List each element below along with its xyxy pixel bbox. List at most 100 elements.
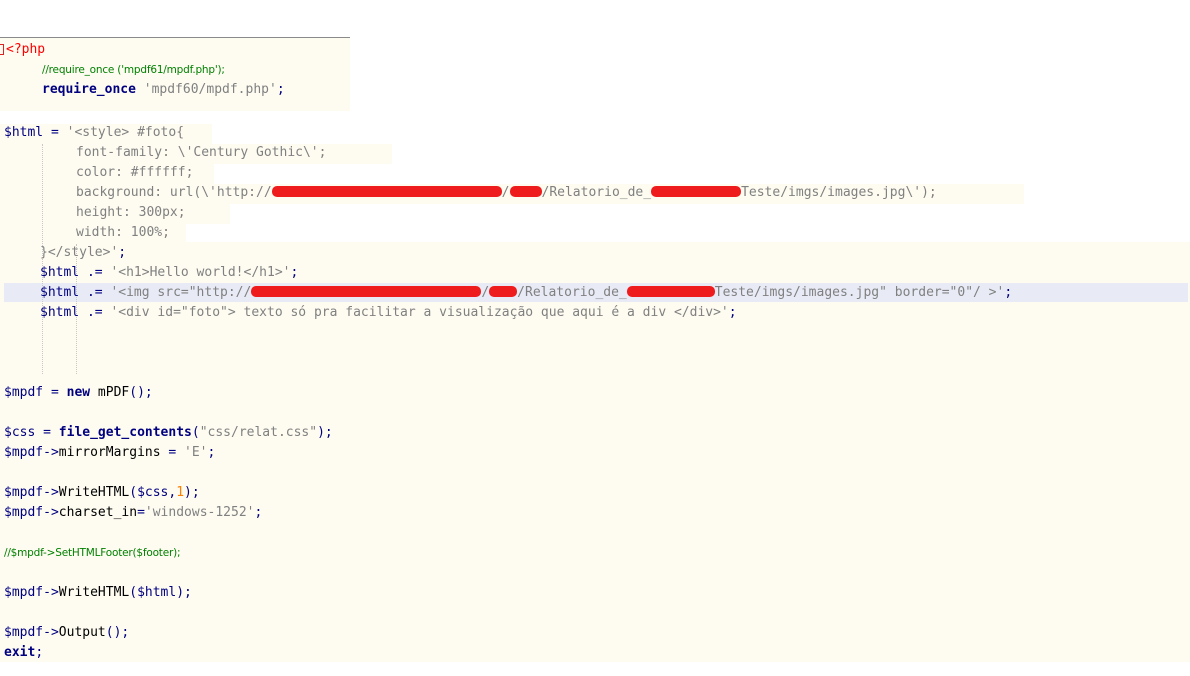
code-token: -> (43, 505, 59, 520)
code-token: ( (191, 425, 200, 440)
code-line-5[interactable]: $html = '<style> #foto{ (4, 123, 184, 143)
code-token: height: 300px; (76, 205, 186, 220)
code-line-24[interactable]: $mpdf->charset_in='windows-1252'; (4, 503, 262, 523)
code-line-28[interactable]: $mpdf->WriteHTML($html); (4, 583, 192, 603)
code-token: '<div id="foto"> texto só pra facilitar … (110, 305, 729, 320)
code-token: ; (118, 245, 127, 260)
code-token: = (43, 125, 67, 140)
code-line-10[interactable]: width: 100%; (76, 223, 170, 243)
code-token: / (481, 285, 490, 300)
code-token: $html (137, 585, 177, 600)
code-token: }</style>' (40, 245, 119, 260)
code-token: /Relatorio_de_ (517, 285, 627, 300)
code-token: $html (40, 285, 80, 300)
code-token: '<img src="http:// (110, 285, 252, 300)
code-token: 'mpdf60/mpdf.php' (143, 82, 277, 97)
code-token: $mpdf (4, 585, 44, 600)
code-token: exit (4, 645, 36, 660)
code-line-23[interactable]: $mpdf->WriteHTML($css,1); (4, 483, 200, 503)
code-token: ; (290, 265, 299, 280)
code-token: background: url(\'http:// (76, 185, 272, 200)
code-line-12[interactable]: $html .= '<h1>Hello world!</h1>'; (40, 263, 298, 283)
code-token: Teste/imgs/images.jpg\'); (741, 185, 937, 200)
code-line-13[interactable]: $html .= '<img src="http:// / /Relatorio_d… (40, 283, 1012, 303)
code-token: mirrorMargins (58, 445, 161, 460)
code-token: = (43, 385, 67, 400)
code-token: Output (58, 625, 106, 640)
redaction-mark (626, 286, 715, 297)
code-token: '<h1>Hello world!</h1>' (110, 265, 291, 280)
code-line-2[interactable]: //require_once ('mpdf61/mpdf.php'); (42, 60, 225, 80)
code-line-7[interactable]: color: #ffffff; (76, 163, 193, 183)
code-token: ); (317, 425, 333, 440)
code-token: 'E' (184, 445, 208, 460)
code-token: $css (137, 485, 169, 500)
code-token: = (137, 505, 145, 520)
code-token: ; (276, 82, 285, 97)
code-line-30[interactable]: $mpdf->Output(); (4, 623, 129, 643)
code-line-18[interactable]: $mpdf = new mPDF(); (4, 383, 153, 403)
code-token: //$mpdf->SetHTMLFooter($footer); (4, 547, 181, 559)
code-token: WriteHTML (58, 585, 130, 600)
code-token: mPDF (90, 385, 130, 400)
code-line-20[interactable]: $css = file_get_contents("css/relat.css"… (4, 423, 333, 443)
code-token: font-family: \'Century Gothic\'; (76, 145, 327, 160)
code-line-11[interactable]: }</style>'; (40, 243, 126, 263)
redaction-mark (651, 186, 742, 197)
code-token: //require_once ('mpdf61/mpdf.php'); (42, 64, 225, 76)
code-token: (); (129, 385, 153, 400)
code-line-26[interactable]: //$mpdf->SetHTMLFooter($footer); (4, 543, 181, 563)
code-token: WriteHTML (58, 485, 130, 500)
code-token: new (66, 385, 91, 400)
code-token: ; (728, 305, 737, 320)
code-token: ; (254, 505, 263, 520)
code-token: /Relatorio_de_ (541, 185, 652, 200)
code-line-8[interactable]: background: url(\'http:// / /Relatorio_de_… (76, 183, 937, 203)
code-token: ); (176, 585, 192, 600)
code-token: .= (79, 305, 111, 320)
redaction-mark (509, 186, 542, 197)
code-token: = (35, 425, 59, 440)
code-token: ; (35, 645, 44, 660)
code-token: -> (43, 485, 59, 500)
code-token: '<style> #foto{ (66, 125, 185, 140)
code-line-1[interactable]: <?php (6, 40, 45, 60)
code-token: .= (79, 285, 111, 300)
redaction-mark (271, 186, 502, 197)
code-token: $html (4, 125, 44, 140)
code-token: ; (1004, 285, 1013, 300)
code-line-3[interactable]: require_once 'mpdf60/mpdf.php'; (42, 80, 285, 100)
code-token: $mpdf (4, 385, 44, 400)
code-line-21[interactable]: $mpdf->mirrorMargins = 'E'; (4, 443, 215, 463)
code-token: charset_in (58, 505, 138, 520)
redaction-mark (251, 286, 482, 297)
code-token: ( (129, 485, 138, 500)
code-line-31[interactable]: exit; (4, 643, 43, 663)
code-token: -> (43, 445, 59, 460)
code-line-9[interactable]: height: 300px; (76, 203, 186, 223)
code-line-6[interactable]: font-family: \'Century Gothic\'; (76, 143, 326, 163)
code-token: $html (40, 305, 80, 320)
code-token: color: #ffffff; (76, 165, 194, 180)
code-token: <?php (6, 42, 46, 57)
code-token: $html (40, 265, 80, 280)
code-token: width: 100%; (76, 225, 170, 240)
code-token: = (160, 445, 185, 460)
code-line-14[interactable]: $html .= '<div id="foto"> texto só pra f… (40, 303, 737, 323)
code-token: $css (4, 425, 36, 440)
code-token: ; (207, 445, 216, 460)
code-token: -> (43, 585, 59, 600)
code-token: $mpdf (4, 505, 44, 520)
fold-marker-icon[interactable] (0, 44, 4, 55)
code-token: ( (129, 585, 138, 600)
code-token: .= (79, 265, 111, 280)
code-token: 1 (176, 485, 185, 500)
code-token: $mpdf (4, 485, 44, 500)
code-token: ); (184, 485, 200, 500)
code-token: "css/relat.css" (199, 425, 318, 440)
code-token: (); (105, 625, 130, 640)
code-token: $mpdf (4, 625, 44, 640)
code-token: / (501, 185, 510, 200)
code-token: require_once (42, 82, 136, 97)
